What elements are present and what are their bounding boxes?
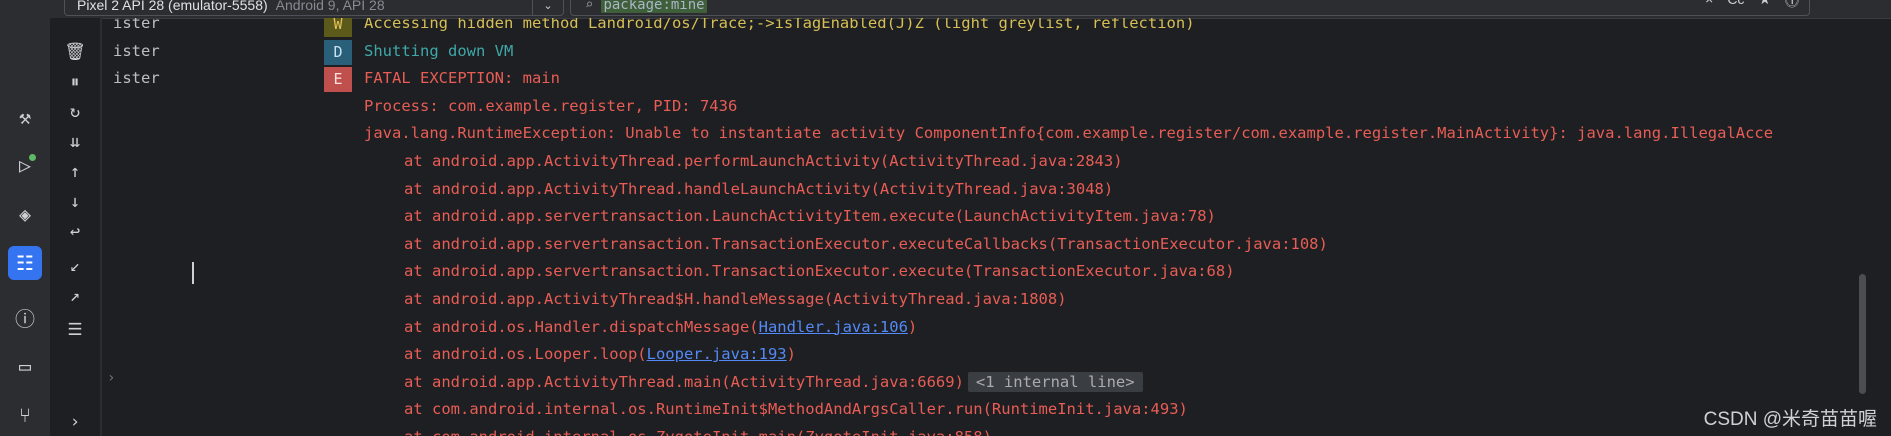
filter-value: package:mine bbox=[601, 0, 707, 13]
watermark: CSDN @米奇苗苗喔 bbox=[1703, 409, 1877, 430]
log-line[interactable]: at android.app.servertransaction.LaunchA… bbox=[101, 203, 1891, 230]
log-message: Process: com.example.register, PID: 7436 bbox=[364, 96, 738, 115]
log-message: at android.app.servertransaction.LaunchA… bbox=[404, 207, 1216, 226]
log-line[interactable]: at android.app.servertransaction.Transac… bbox=[101, 231, 1891, 258]
problems-icon[interactable]: ⓘ bbox=[8, 300, 42, 334]
log-message: at android.os.Handler.dispatchMessage(Ha… bbox=[404, 317, 918, 336]
log-level-badge: E bbox=[324, 67, 352, 93]
expand-icon[interactable]: ↗ bbox=[62, 283, 88, 309]
clear-filter-icon[interactable]: × bbox=[1705, 0, 1713, 11]
match-case-icon[interactable]: Cc bbox=[1727, 0, 1744, 11]
terminal-icon[interactable]: ▭ bbox=[8, 349, 42, 383]
log-line[interactable]: at android.app.ActivityThread.performLau… bbox=[101, 148, 1891, 175]
logcat-filter-input[interactable]: ⌕ package:mine × Cc ★ ⓵ bbox=[570, 0, 1810, 16]
filter-tools: × Cc ★ ⓵ bbox=[1705, 0, 1799, 11]
log-line[interactable]: at android.os.Handler.dispatchMessage(Ha… bbox=[101, 314, 1891, 341]
git-icon[interactable]: ⑂ bbox=[8, 398, 42, 432]
log-level-badge: D bbox=[324, 39, 352, 65]
log-message: at com.android.internal.os.RuntimeInit$M… bbox=[404, 400, 1188, 419]
log-line[interactable]: at android.app.servertransaction.Transac… bbox=[101, 258, 1891, 285]
down-icon[interactable]: ↓ bbox=[62, 189, 88, 215]
activity-bar: ⚒ ▷ ◈ ☷ ⓘ ▭ ⑂ bbox=[0, 0, 51, 436]
log-line[interactable]: ister E FATAL EXCEPTION: main bbox=[101, 65, 1891, 93]
log-message: Accessing hidden method Landroid/os/Trac… bbox=[364, 18, 1195, 32]
log-line[interactable]: Process: com.example.register, PID: 7436 bbox=[101, 93, 1891, 120]
device-sub: Android 9, API 28 bbox=[275, 0, 385, 13]
settings-icon[interactable]: ☰ bbox=[62, 317, 88, 343]
logcat-toolbar: Pixel 2 API 28 (emulator-5558) Android 9… bbox=[50, 0, 1891, 19]
logcat-tools: 🗑 ⏸ ↻ ⇊ ↑ ↓ ↩ ↙ ↗ ☰ › bbox=[50, 18, 100, 436]
collapse-icon[interactable]: ↙ bbox=[62, 253, 88, 279]
log-tag: ister bbox=[113, 69, 160, 88]
pause-icon[interactable]: ⏸ bbox=[62, 69, 88, 95]
log-message: at android.app.ActivityThread.main(Activ… bbox=[404, 369, 1143, 396]
log-message: at com.android.internal.os.ZygoteInit.ma… bbox=[404, 424, 992, 436]
source-link[interactable]: Handler.java:106 bbox=[759, 318, 908, 336]
up-icon[interactable]: ↑ bbox=[62, 159, 88, 185]
log-message: at android.app.servertransaction.Transac… bbox=[404, 262, 1235, 281]
wrap-icon[interactable]: ↩ bbox=[62, 219, 88, 245]
log-message: at android.app.ActivityThread$H.handleMe… bbox=[404, 290, 1067, 308]
log-tag: ister bbox=[113, 41, 160, 60]
log-message: at android.app.servertransaction.Transac… bbox=[404, 234, 1328, 253]
device-selector[interactable]: Pixel 2 API 28 (emulator-5558) Android 9… bbox=[64, 0, 564, 16]
device-name: Pixel 2 API 28 (emulator-5558) bbox=[77, 0, 268, 13]
log-line[interactable]: at android.app.ActivityThread$H.handleMe… bbox=[101, 286, 1891, 313]
log-level-badge: W bbox=[324, 18, 352, 37]
logcat-output[interactable]: › ister W Accessing hidden method Landroid… bbox=[100, 18, 1891, 436]
run-icon[interactable]: ▷ bbox=[8, 148, 42, 182]
log-message: java.lang.RuntimeException: Unable to in… bbox=[364, 124, 1774, 143]
favorite-icon[interactable]: ★ bbox=[1758, 0, 1771, 11]
gem-icon[interactable]: ◈ bbox=[8, 197, 42, 231]
log-message: FATAL EXCEPTION: main bbox=[364, 69, 560, 88]
chevron-right-icon[interactable]: › bbox=[62, 409, 88, 435]
info-icon[interactable]: ⓵ bbox=[1785, 0, 1799, 11]
chevron-down-icon[interactable]: ⌄ bbox=[532, 0, 563, 15]
trash-icon[interactable]: 🗑 bbox=[62, 39, 88, 65]
log-line[interactable]: at com.android.internal.os.ZygoteInit.ma… bbox=[101, 424, 1891, 436]
log-line[interactable]: at com.android.internal.os.RuntimeInit$M… bbox=[101, 396, 1891, 423]
log-line[interactable]: at android.app.ActivityThread.handleLaun… bbox=[101, 176, 1891, 203]
log-line[interactable]: ister D Shutting down VM bbox=[101, 38, 1891, 65]
restart-icon[interactable]: ↻ bbox=[62, 99, 88, 125]
log-message: Shutting down VM bbox=[364, 41, 514, 60]
log-message: at android.app.ActivityThread.handleLaun… bbox=[404, 179, 1114, 198]
scroll-end-icon[interactable]: ⇊ bbox=[62, 129, 88, 155]
source-link[interactable]: Looper.java:193 bbox=[647, 345, 787, 363]
folded-lines[interactable]: <1 internal line> bbox=[967, 371, 1143, 392]
running-indicator bbox=[29, 154, 36, 161]
log-line[interactable]: at android.os.Looper.loop(Looper.java:19… bbox=[101, 341, 1891, 368]
log-line[interactable]: java.lang.RuntimeException: Unable to in… bbox=[101, 120, 1891, 147]
log-tag: ister bbox=[113, 18, 160, 32]
log-message: at android.os.Looper.loop(Looper.java:19… bbox=[404, 345, 796, 364]
log-message: at android.app.ActivityThread.performLau… bbox=[404, 152, 1123, 170]
hammer-icon[interactable]: ⚒ bbox=[8, 100, 42, 134]
log-line[interactable]: at android.app.ActivityThread.main(Activ… bbox=[101, 369, 1891, 396]
logcat-icon[interactable]: ☷ bbox=[8, 246, 42, 280]
filter-icon: ⌕ bbox=[585, 0, 594, 13]
log-line[interactable]: ister W Accessing hidden method Landroid/o… bbox=[101, 18, 1891, 37]
